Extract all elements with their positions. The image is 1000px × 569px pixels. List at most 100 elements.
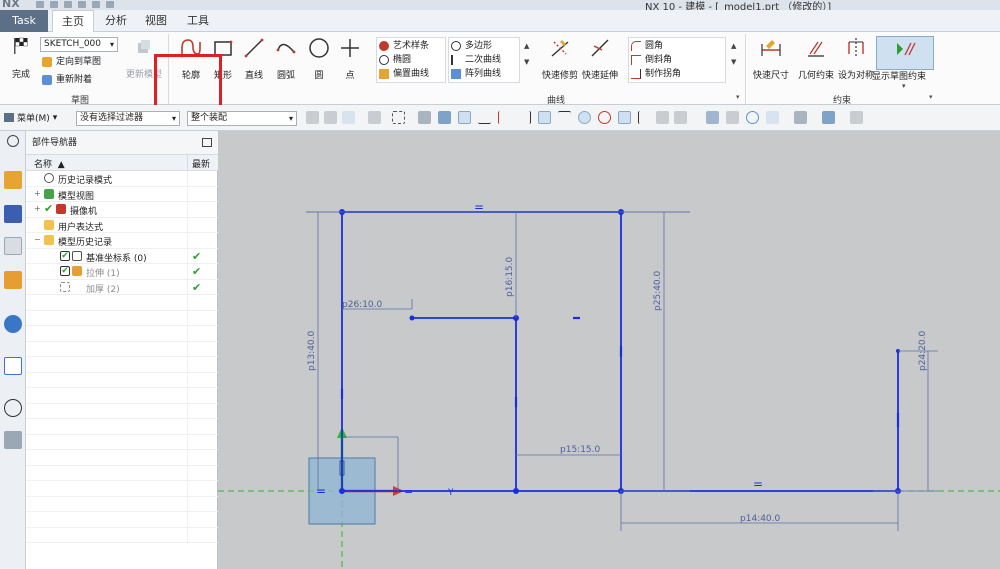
- display-mode-icon[interactable]: [794, 111, 807, 124]
- point-tool-button[interactable]: 点: [334, 36, 366, 88]
- general-selection-icon[interactable]: [342, 111, 355, 124]
- shaded-view-icon[interactable]: [822, 111, 835, 124]
- circle-tool-button[interactable]: 圆: [303, 36, 335, 88]
- snap-curve-icon[interactable]: [518, 111, 531, 124]
- tree-row-cameras[interactable]: + ✔ 摄像机: [26, 202, 218, 218]
- chevron-down-icon[interactable]: ▾: [902, 82, 906, 90]
- selection-filter-select[interactable]: 没有选择过滤器 ▾: [76, 111, 180, 126]
- tree-row-datum-csys[interactable]: ✔ 基准坐标系 (0) ✔: [26, 248, 218, 265]
- reattach-button[interactable]: 重新附着: [42, 73, 92, 87]
- face-select-icon[interactable]: [438, 111, 451, 124]
- expand-icon[interactable]: +: [34, 189, 41, 198]
- dimension-p26[interactable]: p26:10.0: [342, 300, 383, 310]
- equal-constraint-marker[interactable]: =: [404, 485, 413, 498]
- tab-task[interactable]: Task: [0, 10, 48, 32]
- snap-bounded-icon[interactable]: [674, 111, 687, 124]
- chevron-up-icon[interactable]: ▲: [524, 42, 529, 50]
- snap-center-icon[interactable]: [578, 111, 591, 124]
- tab-view[interactable]: 视图: [138, 10, 174, 32]
- checkbox-checked-icon[interactable]: ✔: [60, 250, 70, 261]
- equal-constraint-marker[interactable]: =: [316, 484, 326, 498]
- dimension-p25[interactable]: p25:40.0: [653, 270, 663, 311]
- column-latest[interactable]: 最新: [192, 157, 210, 170]
- quick-dimension-button[interactable]: 快速尺寸: [752, 36, 790, 88]
- make-symmetric-button[interactable]: 设为对称: [838, 36, 874, 88]
- art-spline-button[interactable]: 艺术样条: [379, 39, 443, 53]
- snap-quadrant-icon[interactable]: [598, 111, 611, 124]
- polygon-button[interactable]: 多边形: [451, 39, 517, 53]
- chevron-down-icon[interactable]: ▼: [731, 58, 736, 66]
- web-browser-icon[interactable]: [4, 357, 22, 375]
- pattern-curve-button[interactable]: 阵列曲线: [451, 67, 517, 81]
- dimension-p24[interactable]: p24:20.0: [918, 330, 928, 371]
- ellipse-button[interactable]: 椭圆: [379, 53, 443, 67]
- chevron-down-icon[interactable]: ▼: [524, 58, 529, 66]
- snap-intersection-icon[interactable]: [538, 111, 551, 124]
- expand-icon[interactable]: +: [34, 204, 41, 213]
- snap-midpoint-icon[interactable]: [498, 111, 511, 124]
- tab-analysis[interactable]: 分析: [96, 10, 136, 32]
- checkbox-checked-icon[interactable]: ✔: [60, 266, 70, 276]
- copy-icon[interactable]: [92, 1, 100, 8]
- dimension-p16[interactable]: p16:15.0: [505, 256, 515, 297]
- chevron-up-icon[interactable]: ▲: [731, 42, 736, 50]
- tree-row-user-expressions[interactable]: 用户表达式: [26, 217, 218, 234]
- show-constraints-toggle[interactable]: [876, 36, 934, 70]
- solid-select-icon[interactable]: [418, 111, 431, 124]
- curve-group-menu-icon[interactable]: ▾: [736, 93, 740, 101]
- gear-icon[interactable]: [7, 135, 19, 147]
- reuse-library-icon[interactable]: [4, 271, 22, 289]
- save-icon[interactable]: [36, 1, 44, 8]
- curve-rule-icon[interactable]: [368, 111, 381, 124]
- system-materials-icon[interactable]: [4, 431, 22, 449]
- redo-icon[interactable]: [64, 1, 72, 8]
- assembly-navigator-icon[interactable]: [4, 171, 22, 189]
- zoom-icon[interactable]: [726, 111, 739, 124]
- snap-surface-icon[interactable]: [656, 111, 669, 124]
- rotate-icon[interactable]: [746, 111, 759, 124]
- tree-row-thicken[interactable]: 加厚 (2) ✔: [26, 279, 218, 296]
- selection-scope-icon[interactable]: [324, 111, 337, 124]
- line-tool-button[interactable]: 直线: [238, 36, 270, 88]
- maximize-icon[interactable]: [202, 138, 212, 147]
- quick-trim-button[interactable]: 快速修剪: [542, 36, 578, 88]
- constraint-navigator-icon[interactable]: [4, 205, 22, 223]
- constraint-group-menu-icon[interactable]: ▾: [929, 93, 933, 101]
- tree-row-model-views[interactable]: + 模型视图: [26, 186, 218, 203]
- snap-tangent-icon[interactable]: [558, 111, 571, 124]
- history-clock-icon[interactable]: [4, 399, 22, 417]
- sketch-name-select[interactable]: SKETCH_000 ▾: [40, 37, 118, 52]
- conic-button[interactable]: 二次曲线: [451, 53, 517, 67]
- column-name[interactable]: 名称 ▲: [34, 157, 65, 170]
- equal-constraint-marker[interactable]: =: [474, 200, 484, 214]
- assembly-scope-select[interactable]: 整个装配 ▾: [187, 111, 297, 126]
- fit-view-icon[interactable]: [706, 111, 719, 124]
- tab-home[interactable]: 主页: [52, 10, 94, 33]
- render-style-icon[interactable]: [766, 111, 779, 124]
- snap-endpoint-icon[interactable]: [458, 111, 471, 124]
- tree-row-extrude[interactable]: ✔ 拉伸 (1) ✔: [26, 264, 218, 280]
- snap-settings-icon[interactable]: [306, 111, 319, 124]
- finish-sketch-button[interactable]: 完成: [6, 36, 36, 84]
- orient-to-sketch-button[interactable]: 定向到草图: [42, 55, 101, 69]
- offset-curve-button[interactable]: 偏置曲线: [379, 67, 443, 81]
- graphics-window[interactable]: = = = = p13:40.0 p16:15.0 p25:40.0 p26:1…: [218, 131, 1000, 569]
- equal-constraint-marker[interactable]: =: [753, 477, 763, 491]
- layer-settings-icon[interactable]: [850, 111, 863, 124]
- paste-icon[interactable]: [106, 1, 114, 8]
- snap-on-curve-icon[interactable]: [638, 111, 651, 124]
- tree-row-model-history[interactable]: − 模型历史记录: [26, 233, 218, 249]
- tree-row-history-mode[interactable]: 历史记录模式: [26, 171, 218, 187]
- chamfer-button[interactable]: 倒斜角: [631, 53, 723, 67]
- snap-line-icon[interactable]: [478, 111, 491, 124]
- collapse-icon[interactable]: −: [34, 235, 41, 244]
- make-corner-button[interactable]: 制作拐角: [631, 67, 723, 81]
- cut-icon[interactable]: [78, 1, 86, 8]
- dimension-p13[interactable]: p13:40.0: [307, 330, 317, 371]
- snap-point-icon[interactable]: [618, 111, 631, 124]
- tab-tools[interactable]: 工具: [178, 10, 218, 32]
- undo-icon[interactable]: [50, 1, 58, 8]
- quick-extend-button[interactable]: 快速延伸: [582, 36, 618, 88]
- dimension-p15[interactable]: p15:15.0: [560, 445, 601, 455]
- hd3d-tools-icon[interactable]: [4, 315, 22, 333]
